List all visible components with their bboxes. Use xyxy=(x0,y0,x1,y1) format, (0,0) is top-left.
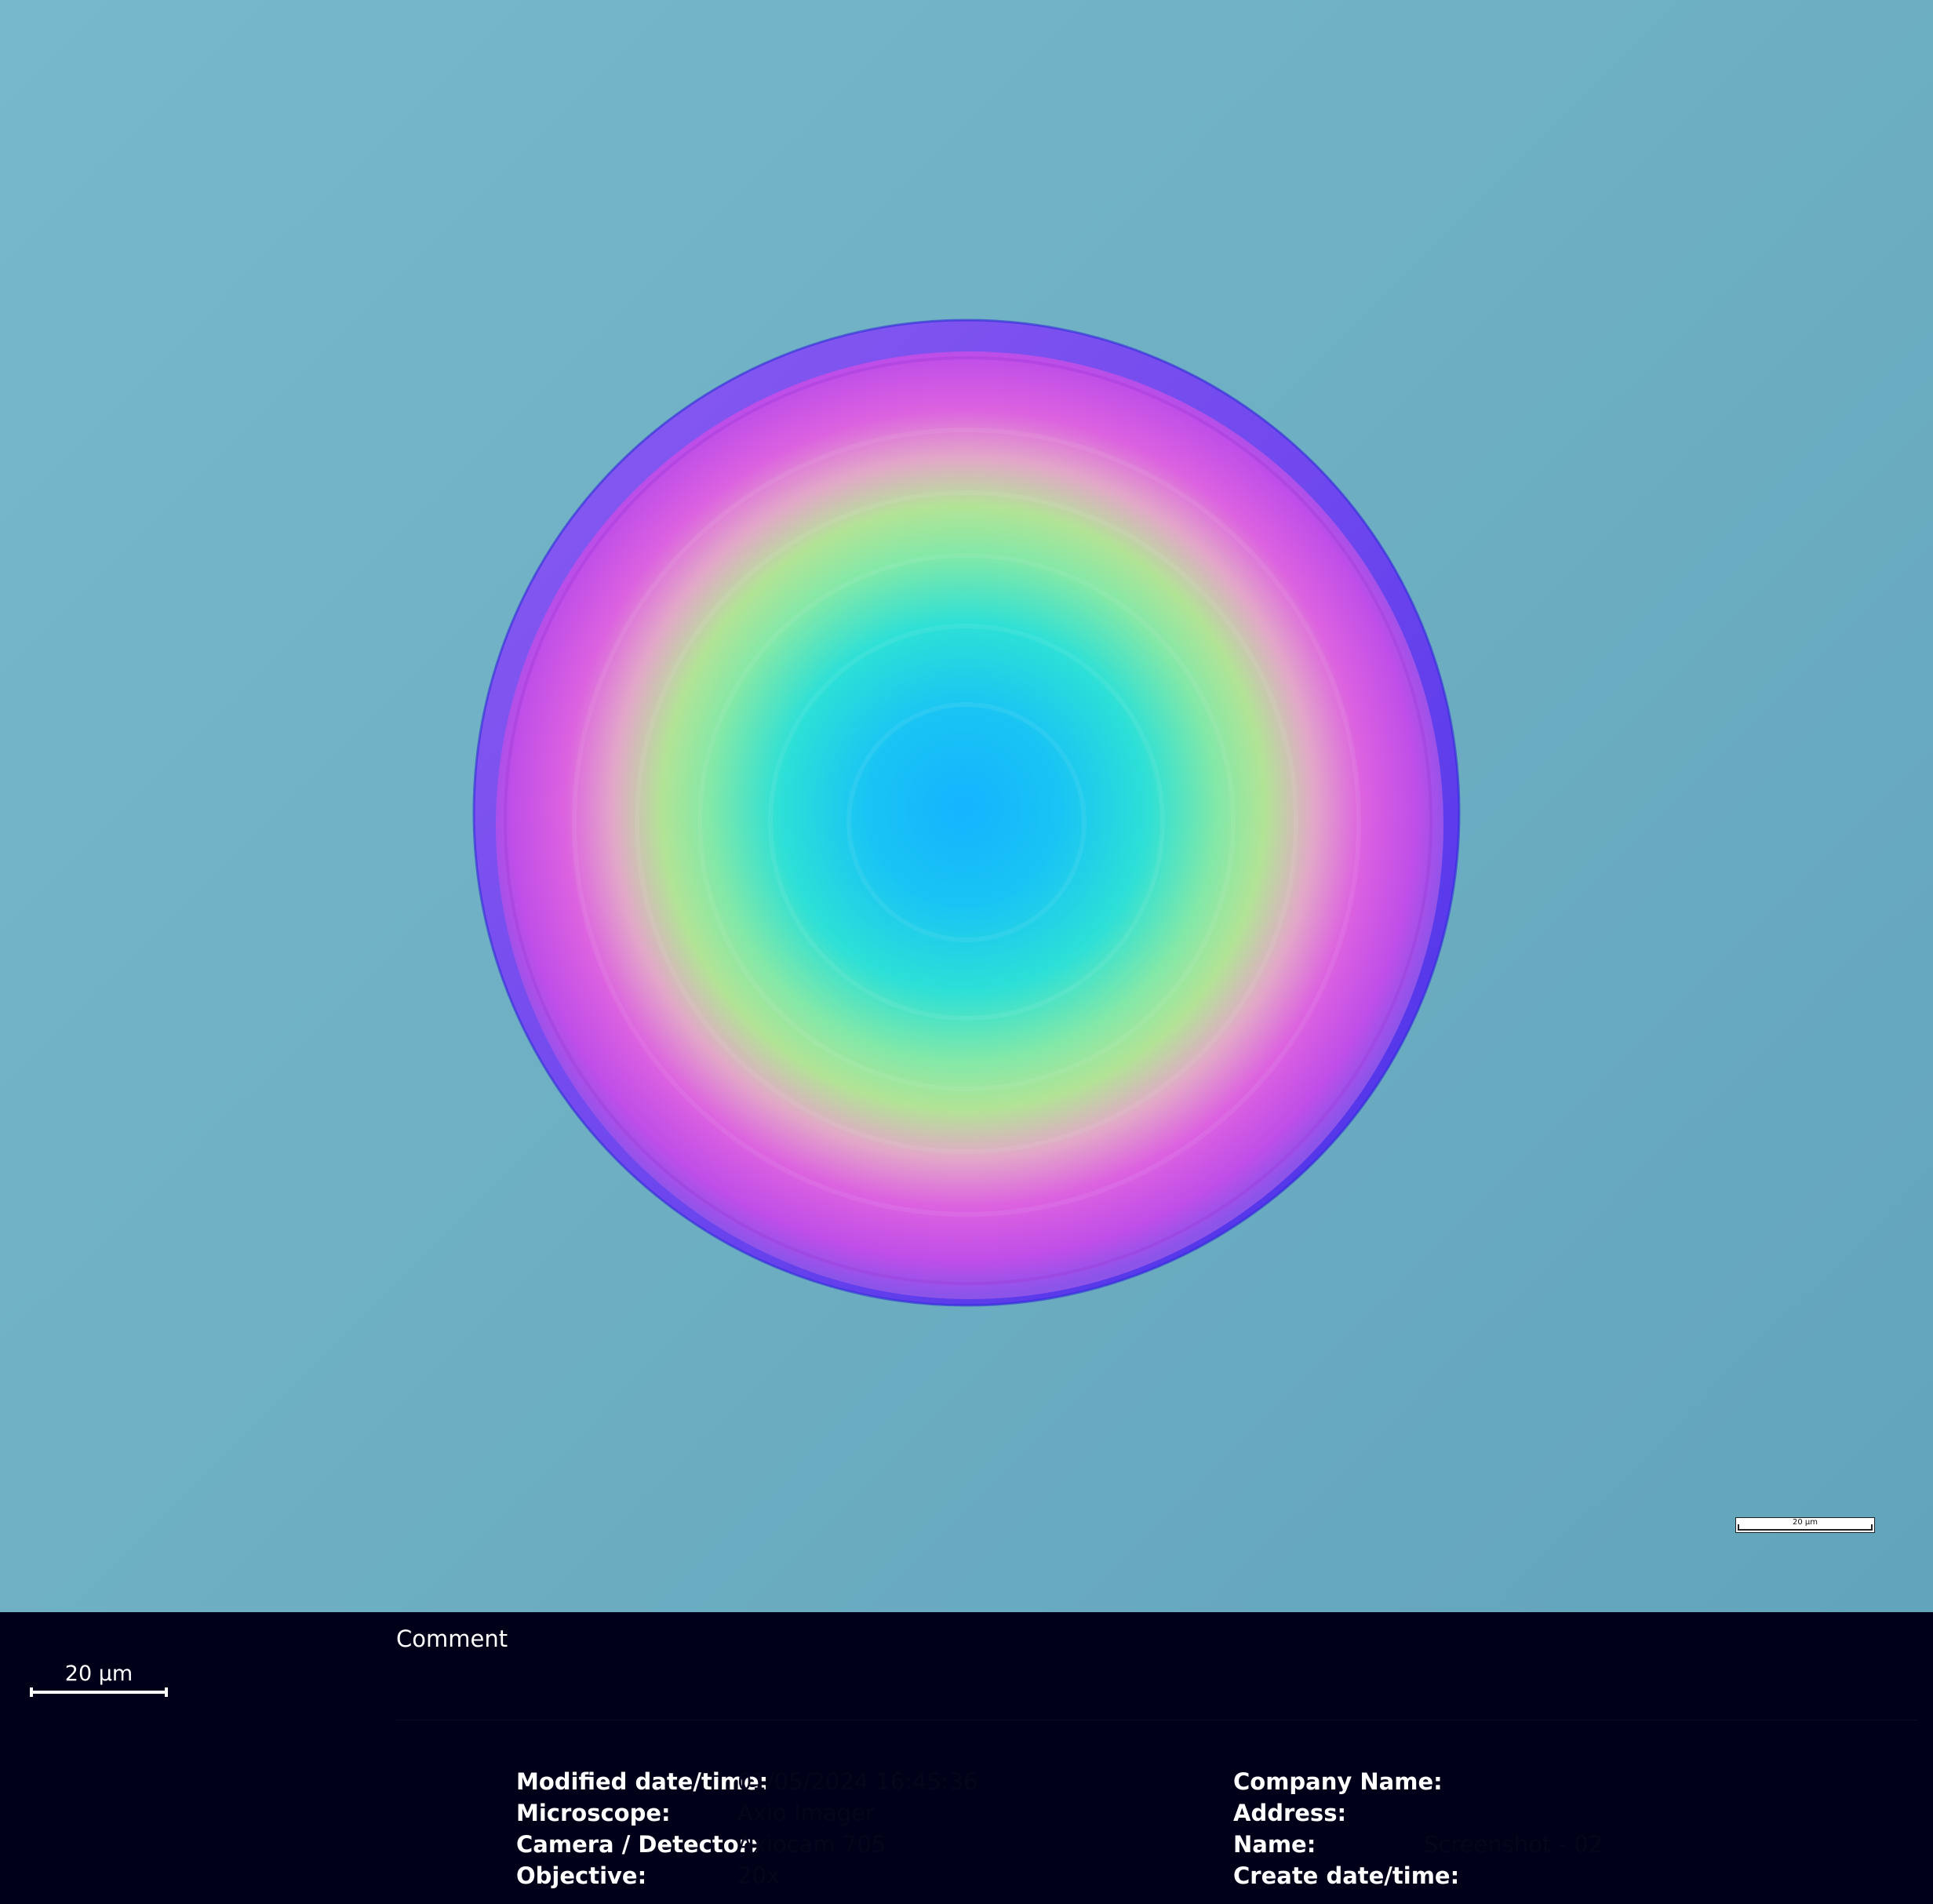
microscope-value: Axio Imager xyxy=(737,1800,875,1826)
name-label: Name: xyxy=(1233,1831,1316,1858)
objective-value: 20x xyxy=(737,1862,781,1889)
inset-scale-bar-label: 20 µm xyxy=(1792,1518,1818,1527)
objective-label: Objective: xyxy=(516,1862,647,1889)
modified-datetime-label: Modified date/time: xyxy=(516,1768,769,1795)
scale-bar xyxy=(30,1687,168,1697)
comment-label: Comment xyxy=(396,1625,508,1652)
scale-bar-label: 20 µm xyxy=(64,1662,133,1686)
camera-detector-value: Axiocam 705 xyxy=(737,1831,886,1858)
info-panel: 20 µm Comment Modified date/time: 01/05/… xyxy=(0,1612,1933,1904)
address-label: Address: xyxy=(1233,1800,1347,1826)
interference-dome-graphic xyxy=(472,319,1461,1307)
inset-scale-bar: 20 µm xyxy=(1735,1517,1875,1533)
microscope-label: Microscope: xyxy=(516,1800,671,1826)
microscope-image: 20 µm xyxy=(0,0,1933,1612)
modified-datetime-value: 01/05/2024 16:45:36 xyxy=(737,1768,978,1795)
company-name-label: Company Name: xyxy=(1233,1768,1443,1795)
camera-detector-label: Camera / Detector: xyxy=(516,1831,759,1858)
name-value: Screenshot - 02 xyxy=(1424,1831,1604,1858)
create-datetime-label: Create date/time: xyxy=(1233,1862,1460,1889)
